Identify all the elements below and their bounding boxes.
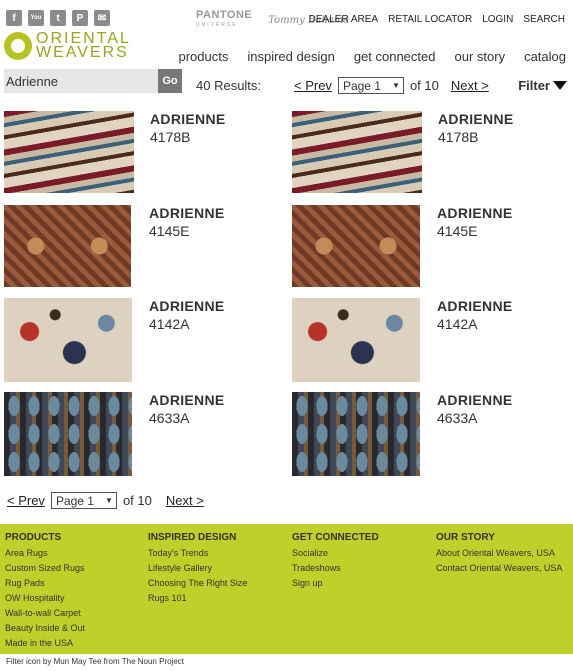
product-image[interactable] [292,298,420,382]
footer-column-get-connected: GET CONNECTED Socialize Tradeshows Sign … [292,532,379,591]
product-image[interactable] [292,111,422,193]
logo-line-2: WEAVERS [36,44,129,61]
dealer-area-link[interactable]: DEALER AREA [309,14,378,25]
product-name[interactable]: ADRIENNE [149,205,225,221]
next-page-link[interactable]: Next > [166,493,204,508]
chevron-down-icon: ▼ [392,81,400,90]
product-name[interactable]: ADRIENNE [149,298,225,314]
search-bar: Go [4,69,182,93]
nav-our-story[interactable]: our story [455,49,506,64]
footer-link[interactable]: About Oriental Weavers, USA [436,546,562,561]
search-go-button[interactable]: Go [158,69,182,93]
youtube-icon[interactable]: You [28,10,44,26]
footer-link[interactable]: Rugs 101 [148,591,247,606]
page-total: of 10 [122,493,152,508]
twitter-icon[interactable]: t [50,10,66,26]
product-code: 4178B [438,129,479,145]
utility-nav: DEALER AREA RETAIL LOCATOR LOGIN SEARCH [309,14,565,25]
footer-heading[interactable]: GET CONNECTED [292,532,379,543]
page-total: of 10 [409,78,439,93]
product-code: 4633A [149,410,190,426]
prev-page-link[interactable]: < Prev [7,493,45,508]
product-image[interactable] [292,392,420,476]
search-input[interactable] [4,69,158,93]
product-name[interactable]: ADRIENNE [437,392,513,408]
footer-link[interactable]: Made in the USA [5,636,85,651]
page-select[interactable]: Page 1 ▼ [50,492,117,509]
nav-inspired-design[interactable]: inspired design [247,49,334,64]
product-code: 4142A [437,316,478,332]
brand-logo[interactable]: ORIENTAL WEAVERS [4,31,131,61]
pantone-logo-subtext: UNIVERSE [196,22,238,28]
product-image[interactable] [292,205,420,287]
filter-button[interactable]: Filter [518,78,567,93]
pantone-logo[interactable]: PANTONE UNIVERSE [196,10,252,30]
footer-link[interactable]: Choosing The Right Size [148,576,247,591]
pager-bottom: < Prev Page 1 ▼ of 10 Next > [7,492,204,509]
product-code: 4145E [437,223,478,239]
retail-locator-link[interactable]: RETAIL LOCATOR [388,14,472,25]
logo-wordmark: ORIENTAL WEAVERS [36,31,131,61]
login-link[interactable]: LOGIN [482,14,513,25]
footer-link[interactable]: OW Hospitality [5,591,85,606]
product-code: 4145E [149,223,190,239]
product-code: 4633A [437,410,478,426]
product-image[interactable] [4,205,131,287]
product-image[interactable] [4,111,134,193]
footer-link[interactable]: Tradeshows [292,561,379,576]
email-icon[interactable]: ✉ [94,10,110,26]
page-select[interactable]: Page 1 ▼ [337,77,404,94]
pager-top: < Prev Page 1 ▼ of 10 Next > [294,77,489,94]
footer-link[interactable]: Wall-to-wall Carpet [5,606,85,621]
site-footer: PRODUCTS Area Rugs Custom Sized Rugs Rug… [0,524,573,654]
footer-link[interactable]: Contact Oriental Weavers, USA [436,561,562,576]
main-nav: products inspired design get connected o… [178,49,566,64]
footer-heading[interactable]: PRODUCTS [5,532,85,543]
product-code: 4178B [150,129,191,145]
footer-link[interactable]: Area Rugs [5,546,85,561]
footer-heading[interactable]: OUR STORY [436,532,562,543]
logo-mark-icon [4,32,32,60]
product-name[interactable]: ADRIENNE [150,111,226,127]
next-page-link[interactable]: Next > [451,78,489,93]
footer-link[interactable]: Beauty Inside & Out [5,621,85,636]
filter-label: Filter [518,78,550,93]
footer-link[interactable]: Lifestyle Gallery [148,561,247,576]
product-name[interactable]: ADRIENNE [438,111,514,127]
footer-link[interactable]: Today's Trends [148,546,247,561]
results-count: 40 Results: [196,78,262,93]
chevron-down-icon: ▼ [105,496,113,505]
product-name[interactable]: ADRIENNE [437,298,513,314]
social-links: f You t P ✉ [6,10,110,26]
product-code: 4142A [149,316,190,332]
footer-link[interactable]: Socialize [292,546,379,561]
product-name[interactable]: ADRIENNE [149,392,225,408]
footer-link[interactable]: Custom Sized Rugs [5,561,85,576]
product-image[interactable] [4,392,132,476]
footer-column-inspired-design: INSPIRED DESIGN Today's Trends Lifestyle… [148,532,247,606]
page-select-value: Page 1 [342,78,381,93]
search-link[interactable]: SEARCH [523,14,565,25]
prev-page-link[interactable]: < Prev [294,78,332,93]
facebook-icon[interactable]: f [6,10,22,26]
footer-column-products: PRODUCTS Area Rugs Custom Sized Rugs Rug… [5,532,85,651]
nav-get-connected[interactable]: get connected [354,49,436,64]
footer-column-our-story: OUR STORY About Oriental Weavers, USA Co… [436,532,562,576]
footer-link[interactable]: Sign up [292,576,379,591]
icon-credit: Filter icon by Mun May Tee from The Noun… [6,657,184,666]
product-name[interactable]: ADRIENNE [437,205,513,221]
nav-products[interactable]: products [178,49,228,64]
page-select-value: Page 1 [55,493,94,508]
footer-heading[interactable]: INSPIRED DESIGN [148,532,247,543]
nav-catalog[interactable]: catalog [524,49,566,64]
filter-funnel-icon [553,81,567,90]
footer-link[interactable]: Rug Pads [5,576,85,591]
pinterest-icon[interactable]: P [72,10,88,26]
product-image[interactable] [4,298,132,382]
